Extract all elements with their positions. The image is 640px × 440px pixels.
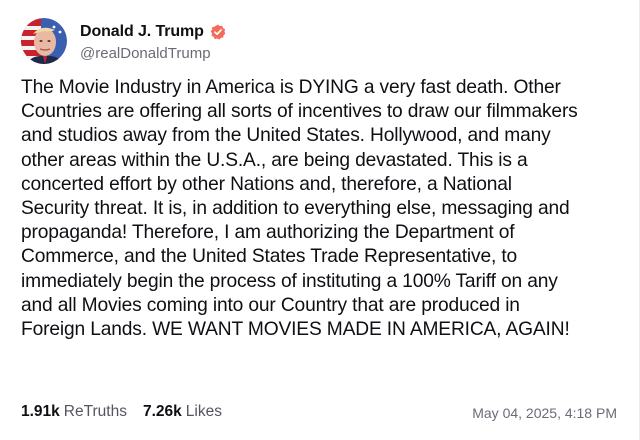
likes-stat[interactable]: 7.26k Likes — [143, 403, 222, 421]
post-body-line: Foreign Lands. WE WANT MOVIES MADE IN AM… — [21, 319, 570, 341]
post-body-line: and all Movies coming into our Country t… — [21, 294, 520, 316]
author-avatar[interactable] — [21, 18, 67, 64]
retruths-label: ReTruths — [63, 403, 127, 420]
post-body-line: The Movie Industry in America is DYING a… — [21, 77, 561, 98]
post-body-line: Commerce, and the United States Trade Re… — [21, 246, 518, 268]
retruths-stat[interactable]: 1.91k ReTruths — [21, 403, 127, 421]
post-stats: 1.91k ReTruths 7.26k Likes — [21, 403, 222, 421]
retruths-count: 1.91k — [21, 403, 60, 420]
verified-badge-icon — [210, 24, 226, 40]
author-handle[interactable]: @realDonaldTrump — [80, 45, 211, 62]
post-body-line: propaganda! Therefore, I am authorizing … — [21, 222, 515, 244]
post-body-line: other areas within the U.S.A., are being… — [21, 149, 528, 171]
post-body-line: immediately begin the process of institu… — [21, 270, 558, 292]
post-body-line: concerted effort by other Nations and, t… — [21, 173, 512, 195]
post-body-line: Security threat. It is, in addition to e… — [21, 198, 570, 220]
post-card: Donald J. Trump @realDonaldTrump The Mov… — [0, 0, 640, 440]
likes-count: 7.26k — [142, 403, 182, 420]
avatar-image — [21, 18, 67, 64]
likes-label: Likes — [185, 403, 222, 420]
post-body-line: Countries are offering all sorts of ince… — [21, 101, 578, 123]
author-display-name[interactable]: Donald J. Trump — [80, 23, 204, 41]
post-body-line: and studios away from the United States.… — [21, 125, 551, 147]
author-name-row: Donald J. Trump — [80, 22, 226, 42]
post-timestamp[interactable]: May 04, 2025, 4:18 PM — [472, 405, 617, 421]
post-body: The Movie Industry in America is DYING a… — [21, 76, 625, 342]
